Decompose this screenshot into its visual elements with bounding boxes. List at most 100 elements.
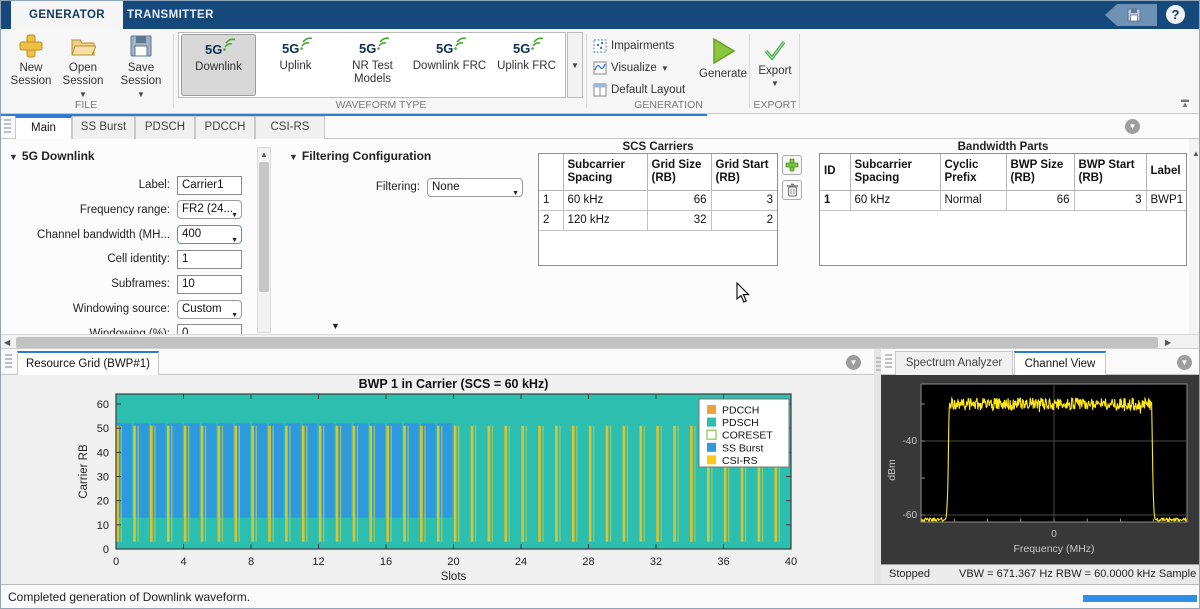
group-separator — [749, 34, 750, 108]
waveform-type-group-label: WAVEFORM TYPE — [301, 99, 461, 111]
table-cell[interactable]: 66 — [647, 190, 711, 210]
table-row: 160 kHz663 — [539, 190, 777, 210]
waveform-downlink-frc[interactable]: 5GDownlink FRC — [412, 34, 487, 96]
table-cell[interactable]: 1 — [820, 190, 850, 210]
tab-overflow-icon[interactable]: ▼ — [1125, 119, 1140, 134]
table-cell[interactable]: 120 kHz — [563, 210, 647, 230]
new-session-button[interactable]: NewSession — [9, 33, 53, 88]
tab-channel-view[interactable]: Channel View — [1014, 351, 1106, 375]
table-cell[interactable]: 3 — [1074, 190, 1146, 210]
doc-tab-pdsch[interactable]: PDSCH — [135, 116, 195, 139]
scrollbar-thumb[interactable] — [16, 337, 1158, 348]
panel-grip[interactable] — [4, 119, 11, 135]
chevron-down-icon: ▼ — [79, 90, 87, 99]
scroll-up-icon[interactable]: ▲ — [258, 150, 270, 159]
impairments-button[interactable]: Impairments — [593, 37, 674, 55]
resource-grid-tab-strip: Resource Grid (BWP#1) ▼ — [1, 349, 874, 375]
table-cell[interactable]: 60 kHz — [850, 190, 940, 210]
visualize-button[interactable]: Visualize▼ — [593, 59, 669, 77]
field-dropdown[interactable]: 400▼ — [177, 225, 242, 244]
form-scrollbar[interactable]: ▲ — [257, 147, 271, 333]
doc-tab-pdcch[interactable]: PDCCH — [195, 116, 255, 139]
scs-carriers-title: SCS Carriers — [538, 141, 778, 153]
group-separator — [586, 34, 587, 108]
tab-resource-grid[interactable]: Resource Grid (BWP#1) — [17, 351, 159, 375]
toolstrip-tab-transmitter[interactable]: TRANSMITTER — [109, 1, 232, 29]
help-icon[interactable]: ? — [1166, 5, 1185, 24]
quick-save-icon[interactable] — [1127, 8, 1141, 22]
scroll-right-icon[interactable]: ▶ — [1165, 338, 1171, 347]
table-cell[interactable]: 66 — [1006, 190, 1074, 210]
button-label: Save — [115, 62, 167, 75]
field-input[interactable]: 1 — [177, 250, 242, 269]
tab-overflow-icon[interactable]: ▼ — [1177, 355, 1192, 370]
horizontal-scrollbar[interactable]: ◀ ▶ — [1, 334, 1199, 349]
generate-button[interactable]: Generate — [697, 33, 749, 81]
downlink-section-header[interactable]: ▼5G Downlink — [9, 149, 95, 163]
chevron-down-icon: ▼ — [661, 64, 669, 73]
collapse-ribbon-icon[interactable]: ▬▲ — [1179, 97, 1191, 107]
main-config-area: ▼5G Downlink Label:Carrier1Frequency ran… — [1, 139, 1199, 334]
doc-tab-main[interactable]: Main — [15, 116, 72, 139]
tab-overflow-icon[interactable]: ▼ — [846, 355, 861, 370]
fiveg-icon: 5G — [511, 37, 543, 57]
svg-text:Frequency (MHz): Frequency (MHz) — [1013, 543, 1094, 555]
field-input[interactable]: 10 — [177, 275, 242, 294]
delete-carrier-button[interactable] — [782, 180, 802, 200]
table-cell[interactable]: 1 — [539, 190, 563, 210]
field-value: Carrier1 — [182, 179, 224, 191]
table-cell[interactable]: 32 — [647, 210, 711, 230]
waveform-nr-test-models[interactable]: 5GNR Test Models — [335, 34, 410, 96]
field-value: FR2 (24... — [182, 203, 233, 215]
column-header: Subcarrier Spacing — [850, 154, 940, 190]
field-label: Channel bandwidth (MH... — [9, 229, 177, 241]
scroll-up-icon[interactable]: ▲ — [1189, 149, 1199, 158]
svg-text:5G: 5G — [205, 42, 222, 57]
filtering-dropdown[interactable]: None▼ — [427, 178, 523, 197]
field-dropdown[interactable]: FR2 (24...▼ — [177, 200, 242, 219]
table-cell[interactable]: 3 — [711, 190, 777, 210]
content-scrollbar[interactable]: ▲ — [1189, 139, 1199, 334]
export-group-label: EXPORT — [749, 99, 801, 111]
field-dropdown[interactable]: Custom▼ — [177, 300, 242, 319]
open-folder-icon — [70, 33, 96, 59]
field-row-channel-bandwidth-mh-: Channel bandwidth (MH...400▼ — [9, 225, 242, 245]
button-label: Session ▼ — [115, 75, 167, 101]
export-button[interactable]: Export ▼ — [753, 33, 797, 88]
toolstrip-tab-generator[interactable]: GENERATOR — [11, 1, 123, 29]
doc-tab-ss-burst[interactable]: SS Burst — [72, 116, 135, 139]
save-floppy-icon — [128, 33, 154, 59]
open-session-button[interactable]: OpenSession ▼ — [57, 33, 109, 101]
column-header: ID — [820, 154, 850, 190]
panel-grip[interactable] — [5, 354, 12, 370]
field-input[interactable]: 0 — [177, 324, 242, 334]
default-layout-button[interactable]: Default Layout — [593, 81, 685, 99]
panel-divider[interactable] — [874, 349, 881, 584]
chevron-down-icon: ▼ — [231, 207, 238, 219]
add-carrier-button[interactable] — [782, 155, 802, 175]
waveform-uplink-frc[interactable]: 5GUplink FRC — [489, 34, 564, 96]
field-input[interactable]: Carrier1 — [177, 176, 242, 195]
tab-spectrum-analyzer[interactable]: Spectrum Analyzer — [895, 351, 1013, 375]
chevron-down-icon: ▼ — [571, 61, 579, 70]
button-label: Impairments — [611, 40, 674, 52]
table-cell[interactable]: BWP1 — [1146, 190, 1186, 210]
waveform-downlink[interactable]: 5GDownlink — [181, 34, 256, 96]
filtering-section-header[interactable]: ▼Filtering Configuration — [289, 149, 431, 163]
svg-text:20: 20 — [447, 556, 459, 568]
table-cell[interactable]: 60 kHz — [563, 190, 647, 210]
collapse-triangle-icon: ▼ — [9, 152, 18, 162]
panel-grip[interactable] — [885, 354, 892, 370]
field-row-label-: Label:Carrier1 — [9, 175, 242, 195]
table-cell[interactable]: 2 — [539, 210, 563, 230]
save-session-button[interactable]: SaveSession ▼ — [115, 33, 167, 101]
waveform-uplink[interactable]: 5GUplink — [258, 34, 333, 96]
gallery-dropdown-button[interactable]: ▼ — [567, 32, 583, 98]
ribbon-toolstrip: NewSessionOpenSession ▼SaveSession ▼ FIL… — [1, 29, 1199, 114]
table-cell[interactable]: Normal — [940, 190, 1006, 210]
doc-tab-csi-rs[interactable]: CSI-RS — [255, 116, 325, 139]
table-cell[interactable]: 2 — [711, 210, 777, 230]
scroll-left-icon[interactable]: ◀ — [4, 338, 10, 347]
scroll-down-icon[interactable]: ▼ — [331, 321, 340, 331]
fiveg-icon-holder: 5G — [489, 37, 564, 60]
